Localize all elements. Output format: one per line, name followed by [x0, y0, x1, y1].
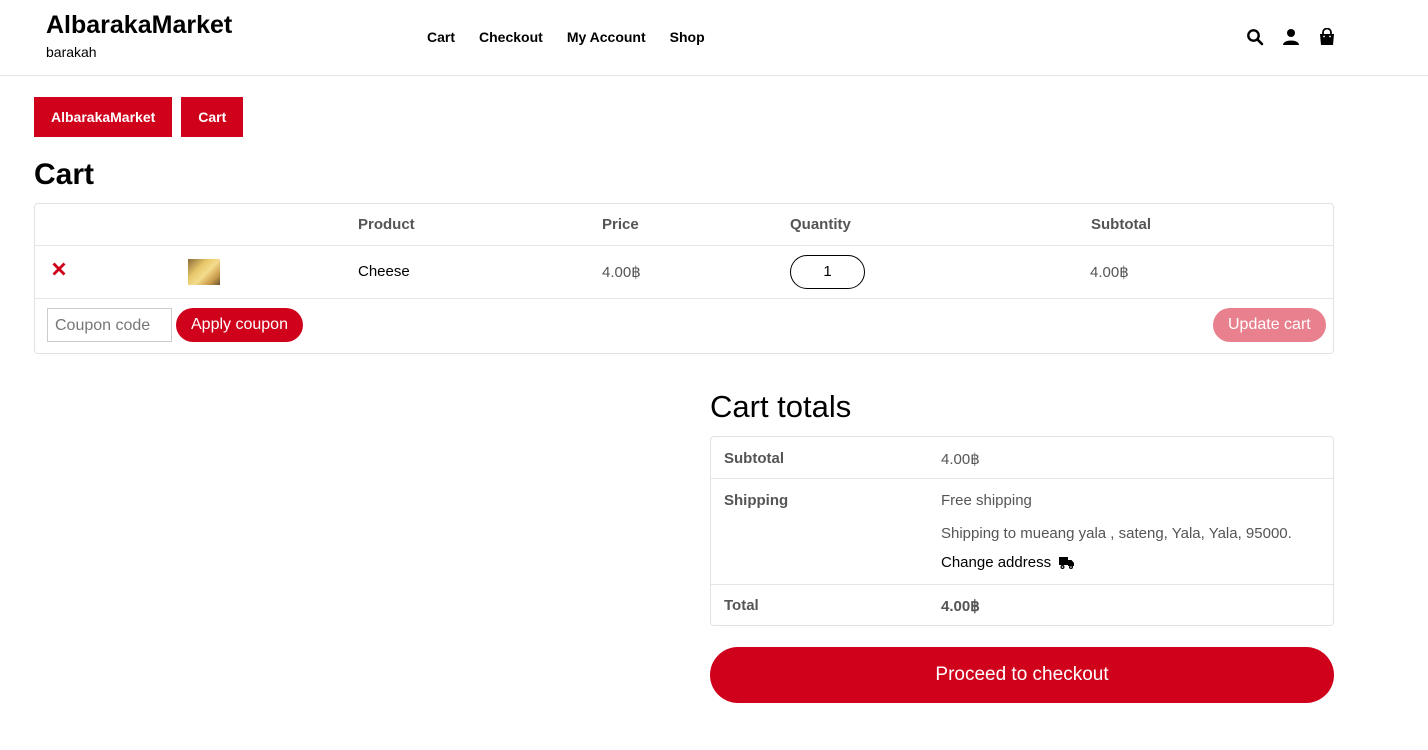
subtotal-label: Subtotal — [724, 450, 784, 467]
site-tagline: barakah — [46, 44, 97, 60]
coupon-code-input[interactable]: Coupon code — [47, 308, 172, 342]
divider — [711, 584, 1333, 585]
change-address-link[interactable]: Change address — [941, 554, 1075, 571]
account-icon[interactable] — [1282, 28, 1300, 46]
column-header-product: Product — [358, 216, 415, 233]
apply-coupon-button[interactable]: Apply coupon — [176, 308, 303, 342]
update-cart-button[interactable]: Update cart — [1213, 308, 1326, 342]
nav-checkout[interactable]: Checkout — [479, 29, 543, 45]
breadcrumb-cart[interactable]: Cart — [181, 97, 244, 137]
product-name[interactable]: Cheese — [358, 263, 410, 280]
product-price: 4.00฿ — [602, 264, 641, 281]
column-header-price: Price — [602, 216, 639, 233]
nav-my-account[interactable]: My Account — [567, 29, 646, 45]
change-address-label: Change address — [941, 554, 1052, 571]
breadcrumb-home[interactable]: AlbarakaMarket — [34, 97, 173, 137]
product-thumbnail[interactable] — [188, 259, 220, 285]
divider — [35, 245, 1333, 246]
nav-shop[interactable]: Shop — [670, 29, 705, 45]
shipping-method: Free shipping — [941, 492, 1032, 509]
divider — [35, 298, 1333, 299]
search-icon[interactable] — [1246, 28, 1264, 46]
site-header: AlbarakaMarket barakah Cart Checkout My … — [0, 0, 1428, 76]
brand: AlbarakaMarket barakah — [46, 10, 232, 60]
breadcrumb: AlbarakaMarket Cart — [34, 97, 244, 137]
bag-icon[interactable] — [1318, 27, 1336, 46]
quantity-input[interactable]: 1 — [790, 255, 865, 289]
cart-table: Product Price Quantity Subtotal Cheese 4… — [34, 203, 1334, 354]
divider — [711, 478, 1333, 479]
cart-totals-title: Cart totals — [710, 389, 852, 424]
total-label: Total — [724, 597, 759, 614]
subtotal-value: 4.00฿ — [941, 451, 980, 468]
cart-totals-table: Subtotal 4.00฿ Shipping Free shipping Sh… — [710, 436, 1334, 626]
truck-icon — [1059, 556, 1075, 570]
nav-cart[interactable]: Cart — [427, 29, 455, 45]
header-icons — [1246, 27, 1336, 46]
main-nav: Cart Checkout My Account Shop — [427, 29, 705, 45]
total-value: 4.00฿ — [941, 598, 980, 615]
site-title[interactable]: AlbarakaMarket — [46, 10, 232, 40]
page-title: Cart — [34, 158, 95, 191]
column-header-quantity: Quantity — [790, 216, 851, 233]
shipping-label: Shipping — [724, 492, 789, 509]
proceed-to-checkout-button[interactable]: Proceed to checkout — [710, 647, 1334, 703]
column-header-subtotal: Subtotal — [1091, 216, 1151, 233]
shipping-destination: Shipping to mueang yala , sateng, Yala, … — [941, 525, 1292, 542]
product-subtotal: 4.00฿ — [1090, 264, 1129, 281]
remove-item-icon[interactable] — [52, 262, 66, 276]
